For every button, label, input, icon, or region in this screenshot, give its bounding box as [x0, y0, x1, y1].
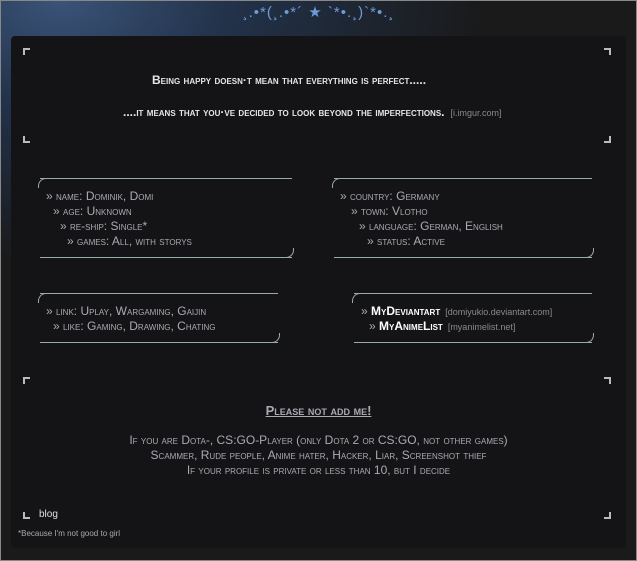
info-like: » like: Gaming, Drawing, Chating — [53, 319, 216, 333]
info-games: » games: All, with storys — [67, 234, 192, 248]
corner-icon — [23, 48, 30, 55]
info-country: » country: Germany — [340, 189, 440, 203]
quote-line-2: ....it means that you·ve decided to look… — [123, 105, 502, 119]
corner-icon — [23, 377, 30, 384]
corner-icon — [604, 512, 611, 519]
blog-link[interactable]: blog — [39, 509, 58, 520]
info-status: » status: Active — [367, 234, 445, 248]
info-box-links — [352, 293, 594, 343]
info-link: » link: Uplay, Wargaming, Gaijin — [46, 304, 207, 318]
quote-source: [i.imgur.com] — [450, 108, 502, 118]
quote-line-1: Being happy doesn·t mean that everything… — [152, 73, 427, 87]
warning-title: Please not add me! — [265, 403, 372, 418]
myanimelist-link[interactable]: » MyAnimeList [myanimelist.net] — [369, 319, 515, 333]
corner-icon — [604, 136, 611, 143]
corner-icon — [604, 48, 611, 55]
warning-line: Scammer, Rude people, Anime hater, Hacke… — [150, 448, 487, 462]
info-name: » name: Dominik, Domi — [46, 189, 154, 203]
info-age: » age: Unknown — [53, 204, 132, 218]
info-relationship: » re-ship: Single* — [60, 219, 148, 233]
corner-icon — [23, 512, 30, 519]
info-town: » town: Vlotho — [351, 204, 428, 218]
footnote: *Because I'm not good to girl — [18, 529, 121, 538]
warning-line: If your profile is private or less than … — [186, 463, 451, 477]
info-box-misc — [38, 293, 280, 343]
star-decoration: ¸.•*(¸.•*´ ★ `*•.¸)`*•.¸ — [242, 4, 395, 21]
deviantart-link[interactable]: » MyDeviantart [domiyukio.deviantart.com] — [361, 304, 552, 318]
info-language: » language: German, English — [359, 219, 503, 233]
warning-line: If you are Dota-, CS:GO-Player (only Dot… — [129, 433, 508, 447]
corner-icon — [23, 136, 30, 143]
corner-icon — [604, 377, 611, 384]
